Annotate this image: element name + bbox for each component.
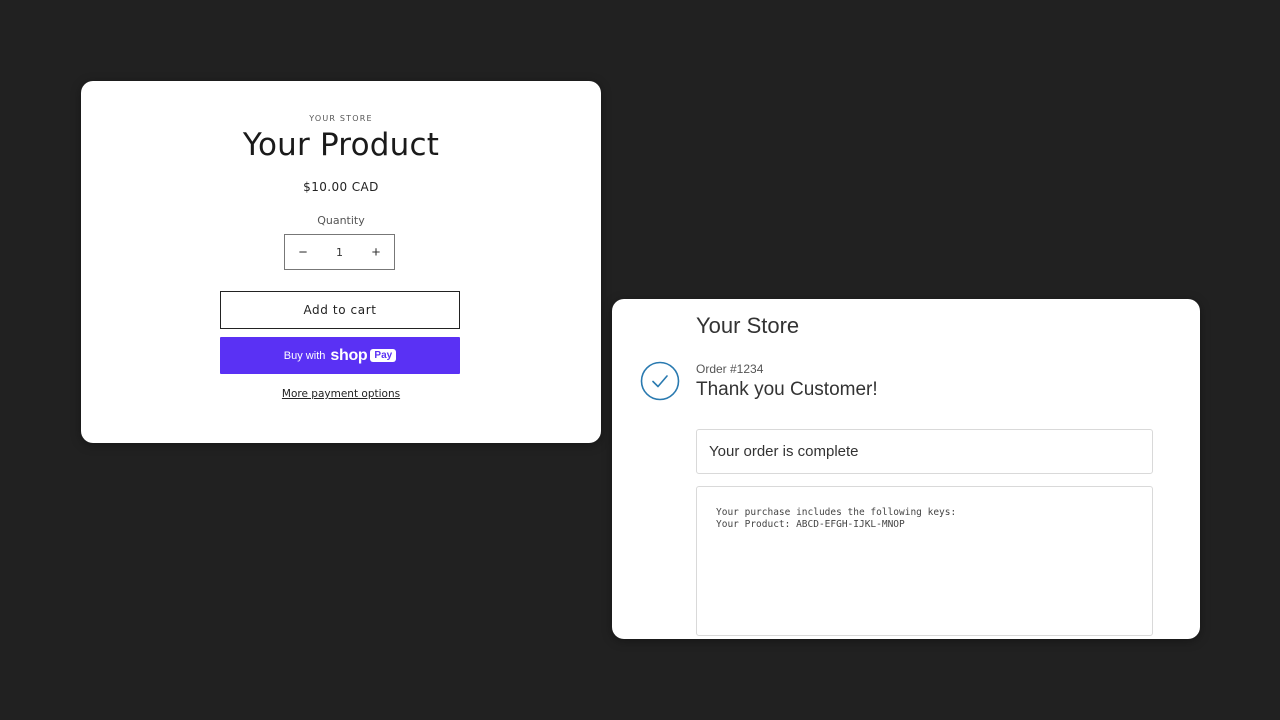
- shop-pay-logo: shop: [330, 346, 368, 364]
- store-name: Your Store: [696, 313, 800, 338]
- thank-you-heading: Thank you Customer!: [696, 379, 878, 400]
- check-circle-icon: [640, 361, 680, 401]
- quantity-label: Quantity: [317, 214, 365, 227]
- license-keys-box: Your purchase includes the following key…: [696, 486, 1153, 636]
- more-payment-options-text[interactable]: More payment options: [282, 388, 400, 400]
- add-to-cart-button[interactable]: Add to cart: [220, 291, 460, 329]
- product-price: $10.00 CAD: [303, 180, 379, 194]
- quantity-input[interactable]: 1: [321, 246, 358, 259]
- quantity-increment-button[interactable]: +: [358, 235, 394, 269]
- more-payment-options-link: More payment options: [81, 388, 601, 400]
- quantity-stepper: − 1 +: [284, 234, 395, 270]
- product-key-text: Your Product: ABCD-EFGH-IJKL-MNOP: [716, 519, 905, 530]
- keys-intro-text: Your purchase includes the following key…: [716, 507, 957, 518]
- order-status-box: Your order is complete: [696, 429, 1153, 474]
- order-number: Order #1234: [696, 362, 764, 376]
- product-card: YOUR STORE Your Product $10.00 CAD Quant…: [81, 81, 601, 443]
- product-vendor: YOUR STORE: [309, 114, 373, 123]
- order-status-text: Your order is complete: [709, 443, 859, 460]
- shop-pay-button[interactable]: Buy with shop Pay: [220, 337, 460, 374]
- shop-pay-buy-with: Buy with: [283, 349, 326, 362]
- order-confirmation-card: Your Store Order #1234 Thank you Custome…: [612, 299, 1200, 639]
- product-title: Your Product: [242, 127, 440, 163]
- quantity-decrement-button[interactable]: −: [285, 235, 321, 269]
- shop-pay-badge: Pay: [370, 349, 397, 362]
